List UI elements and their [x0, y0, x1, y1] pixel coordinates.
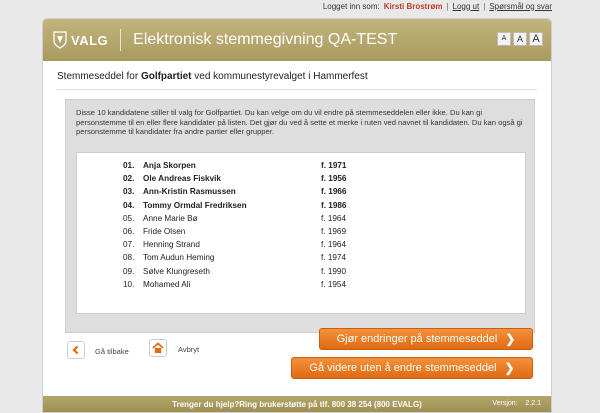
header-bar: VALG Elektronisk stemmegivning QA-TEST A… [43, 19, 551, 61]
candidate-num: 02. [123, 174, 135, 184]
chevron-right-icon: ❯ [505, 332, 516, 346]
cancel-label[interactable]: Avbryt [178, 345, 199, 354]
font-large-button[interactable]: A [529, 32, 543, 46]
candidate-num: 07. [123, 240, 135, 250]
cancel-button[interactable] [149, 339, 167, 357]
candidate-num: 08. [123, 253, 135, 263]
main-card: VALG Elektronisk stemmegivning QA-TEST A… [42, 18, 552, 413]
candidate-num: 06. [123, 227, 135, 236]
candidate-name: Henning Strand [143, 240, 200, 250]
font-medium-button[interactable]: A [513, 32, 527, 46]
candidate-year: f. 1969 [321, 227, 347, 236]
top-utility-bar: Logget inn som: Kirsti Brostrøm | Logg u… [322, 1, 552, 11]
support-text: Trenger du hjelp?Ring brukerstøtte på tl… [172, 400, 422, 409]
logout-link[interactable]: Logg ut [453, 2, 480, 11]
candidate-num: 03. [123, 187, 135, 197]
logged-in-label: Logget inn som: [322, 1, 380, 11]
candidate-num: 09. [123, 266, 135, 276]
ballot-subtitle: Stemmeseddel for Golfpartiet ved kommune… [57, 71, 368, 82]
candidate-year: f. 1986 [321, 200, 347, 210]
chevron-right-icon: ❯ [504, 361, 515, 375]
font-size-switcher: A A A [497, 32, 543, 46]
valg-logo: VALG [53, 31, 108, 49]
candidate-name: Tommy Ormdal Fredriksen [143, 200, 247, 210]
ballot-panel: Disse 10 kandidatene stiller til valg fo… [65, 99, 535, 333]
candidate-num: 04. [123, 200, 135, 210]
user-name: Kirsti Brostrøm [383, 1, 443, 11]
font-small-button[interactable]: A [497, 32, 511, 46]
candidate-row[interactable]: 09. Sølve Klungreseth f. 1990 [77, 265, 525, 278]
candidate-row[interactable]: 05. Anne Marie Bø f. 1964 [77, 212, 525, 225]
candidate-num: 01. [123, 161, 135, 170]
candidate-name: Fride Olsen [143, 227, 186, 236]
candidate-name: Ann-Kristin Rasmussen [143, 187, 236, 197]
candidate-name: Anja Skorpen [143, 161, 196, 170]
candidate-row[interactable]: 06. Fride Olsen f. 1969 [77, 225, 525, 238]
candidate-year: f. 1964 [321, 240, 347, 250]
candidate-row[interactable]: 02. Ole Andreas Fiskvik f. 1956 [77, 172, 525, 185]
candidate-row[interactable]: 08. Tom Audun Heming f. 1974 [77, 251, 525, 264]
back-label[interactable]: Gå tilbake [95, 347, 129, 356]
candidate-num: 05. [123, 213, 135, 223]
candidate-list: 01. Anja Skorpen f. 1971 02. Ole Andreas Fis… [76, 152, 526, 314]
intro-text: Disse 10 kandidatene stiller til valg fo… [76, 108, 523, 137]
change-ballot-button[interactable]: Gjør endringer på stemmeseddel ❯ [319, 328, 533, 350]
candidate-row[interactable]: 01. Anja Skorpen f. 1971 [77, 159, 525, 172]
coat-of-arms-icon [53, 31, 67, 49]
candidate-name: Anne Marie Bø [143, 213, 198, 223]
page-title: Elektronisk stemmegivning QA-TEST [133, 31, 398, 48]
home-icon [152, 342, 164, 353]
candidate-row[interactable]: 03. Ann-Kristin Rasmussen f. 1966 [77, 185, 525, 198]
candidate-name: Sølve Klungreseth [143, 266, 210, 276]
candidate-year: f. 1954 [321, 279, 347, 289]
version-info: Versjon: 2.2.1 [492, 400, 541, 407]
continue-button[interactable]: Gå videre uten å endre stemmeseddel ❯ [291, 357, 533, 379]
party-name: Golfpartiet [140, 71, 192, 82]
candidate-num: 10. [123, 279, 135, 289]
logo-text: VALG [71, 32, 109, 48]
candidate-year: f. 1974 [321, 253, 347, 263]
candidate-year: f. 1964 [321, 213, 347, 223]
candidate-row[interactable]: 07. Henning Strand f. 1964 [77, 238, 525, 251]
faq-link[interactable]: Spørsmål og svar [489, 2, 552, 11]
candidate-year: f. 1990 [321, 266, 347, 276]
footer-bar: Trenger du hjelp?Ring brukerstøtte på tl… [43, 396, 551, 412]
candidate-row[interactable]: 04. Tommy Ormdal Fredriksen f. 1986 [77, 199, 525, 212]
candidate-year: f. 1956 [321, 174, 347, 184]
back-button[interactable] [67, 341, 85, 359]
candidate-name: Mohamed Ali [143, 279, 191, 289]
candidate-name: Tom Audun Heming [143, 253, 215, 263]
candidate-year: f. 1966 [321, 187, 347, 197]
candidate-name: Ole Andreas Fiskvik [143, 174, 221, 184]
candidate-row[interactable]: 10. Mohamed Ali f. 1954 [77, 278, 525, 291]
chevron-left-icon [72, 345, 79, 355]
candidate-year: f. 1971 [321, 161, 347, 170]
